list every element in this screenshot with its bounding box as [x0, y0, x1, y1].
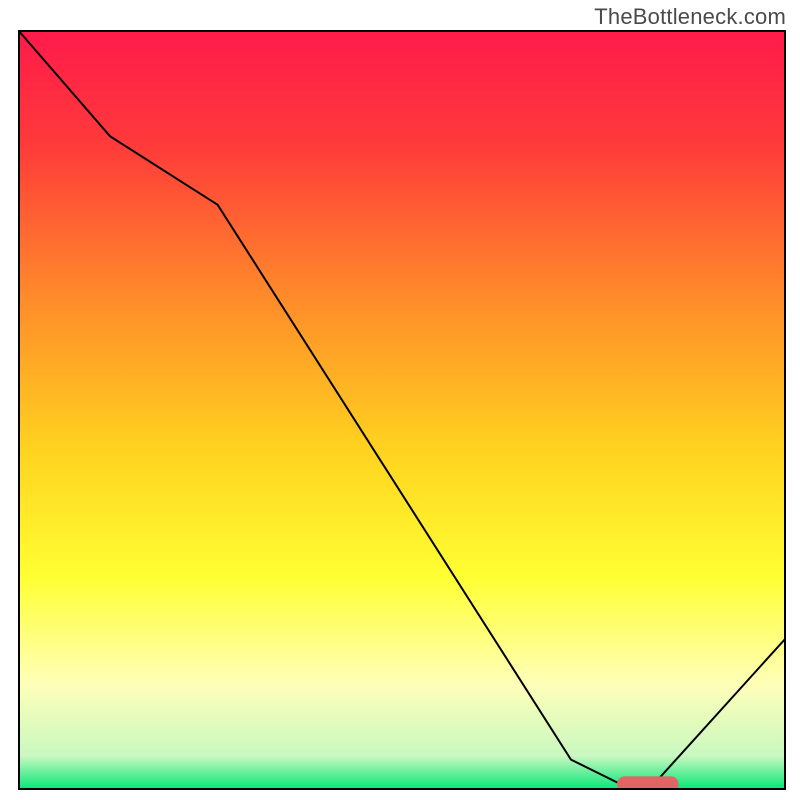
- marker-layer: [617, 776, 678, 790]
- bottleneck-chart: [18, 30, 786, 790]
- chart-container: TheBottleneck.com: [0, 0, 800, 800]
- watermark-text: TheBottleneck.com: [594, 4, 786, 30]
- gradient-background: [18, 30, 786, 790]
- marker-optimal-range: [617, 776, 678, 790]
